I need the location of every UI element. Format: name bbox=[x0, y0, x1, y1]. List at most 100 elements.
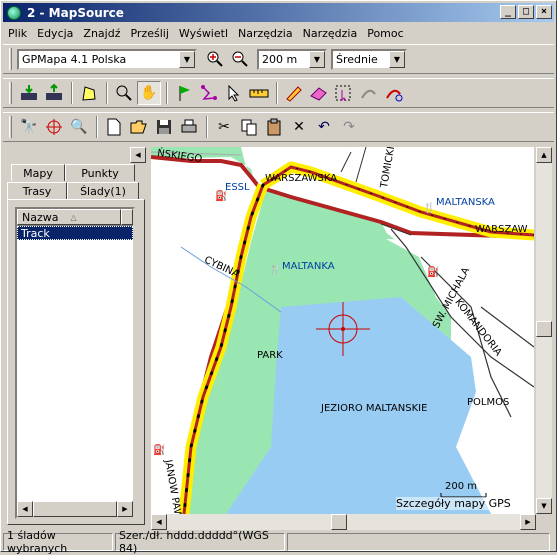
tab-mapy[interactable]: Mapy bbox=[11, 164, 65, 181]
receive-from-device-button[interactable] bbox=[17, 81, 41, 105]
hand-icon: ✋ bbox=[140, 85, 158, 101]
scroll-right-button[interactable]: ▶ bbox=[520, 514, 536, 530]
chevron-down-icon: ▼ bbox=[389, 50, 405, 68]
tab-slady[interactable]: Ślady(1) bbox=[67, 182, 139, 199]
undo-button[interactable]: ↶ bbox=[312, 115, 336, 139]
track-edit-icon bbox=[386, 89, 403, 102]
send-to-device-button[interactable] bbox=[42, 81, 66, 105]
open-button[interactable] bbox=[127, 115, 151, 139]
tab-punkty[interactable]: Punkty bbox=[65, 164, 135, 181]
menu-znajdz[interactable]: Znajdź bbox=[78, 27, 125, 40]
arrow-cursor-icon bbox=[228, 84, 240, 102]
map-toolbar: GPMapa 4.1 Polska ▼ 200 m ▼ Średnie ▼ bbox=[3, 44, 554, 74]
map-vscroll[interactable]: ▲ ▼ bbox=[536, 147, 552, 514]
menu-narzedzia-2[interactable]: Narzędzia bbox=[298, 27, 363, 40]
flag-icon bbox=[179, 86, 190, 101]
map-view[interactable]: ŃSKIEGO WARSZAWSKA WARSZAW TOMICKIE ESSL… bbox=[151, 147, 534, 514]
menu-edycja[interactable]: Edycja bbox=[32, 27, 78, 40]
poi-label-maltanska: MALTANSKA bbox=[436, 197, 495, 208]
list-hscroll[interactable]: ◀ ▶ bbox=[17, 501, 133, 517]
street-label-warszaw: WARSZAW bbox=[475, 224, 528, 235]
route-tool-button[interactable] bbox=[197, 81, 221, 105]
scroll-left-button[interactable]: ◀ bbox=[151, 514, 167, 530]
map-product-select[interactable]: GPMapa 4.1 Polska ▼ bbox=[17, 48, 197, 70]
edit-toolbar: 🔭 🔍 ✂ ✕ ↶ ↷ bbox=[3, 112, 554, 142]
select-area-icon bbox=[335, 85, 351, 102]
paste-button[interactable] bbox=[262, 115, 286, 139]
map-tool-button[interactable] bbox=[77, 81, 101, 105]
menu-narzedzia-1[interactable]: Narzędzia bbox=[233, 27, 298, 40]
zoom-scale-select[interactable]: 200 m ▼ bbox=[257, 48, 327, 70]
scroll-left-button[interactable]: ◀ bbox=[17, 501, 33, 517]
scroll-down-button[interactable]: ▼ bbox=[536, 498, 552, 514]
column-nazwa[interactable]: Nazwa △ bbox=[17, 209, 121, 225]
zoom-in-button[interactable] bbox=[203, 47, 227, 71]
track-tool-button[interactable] bbox=[282, 81, 306, 105]
chevron-down-icon: ▼ bbox=[309, 50, 325, 68]
waypoint-tool-button[interactable] bbox=[172, 81, 196, 105]
window-title: 2 - MapSource bbox=[27, 5, 124, 20]
hscroll-thumb[interactable] bbox=[331, 514, 347, 530]
menu-plik[interactable]: Plik bbox=[3, 27, 32, 40]
close-button[interactable]: × bbox=[536, 5, 552, 19]
scissors-icon: ✂ bbox=[218, 119, 230, 135]
street-label-warszawska: WARSZAWSKA bbox=[265, 173, 338, 184]
column-extra[interactable] bbox=[121, 209, 133, 225]
panel-collapse-button[interactable]: ◀ bbox=[130, 147, 146, 163]
vscroll-thumb[interactable] bbox=[536, 321, 552, 337]
chevron-down-icon: ▼ bbox=[179, 50, 195, 68]
delete-x-icon: ✕ bbox=[293, 119, 305, 135]
scroll-thumb[interactable] bbox=[33, 501, 117, 517]
redo-button[interactable]: ↷ bbox=[337, 115, 361, 139]
area-label-park: PARK bbox=[257, 350, 283, 361]
restaurant-icon: 🍴 bbox=[423, 203, 436, 214]
zoom-in-icon bbox=[207, 51, 223, 67]
track-edit-button[interactable] bbox=[382, 81, 406, 105]
map-select-icon bbox=[82, 86, 96, 101]
menu-wyswietl[interactable]: Wyświetl bbox=[174, 27, 233, 40]
menu-pomoc[interactable]: Pomoc bbox=[362, 27, 408, 40]
find-button[interactable]: 🔭 bbox=[17, 115, 41, 139]
map-hscroll[interactable]: ◀ ▶ bbox=[151, 514, 536, 530]
distance-tool-button[interactable] bbox=[247, 81, 271, 105]
detail-level-select[interactable]: Średnie ▼ bbox=[331, 48, 407, 70]
binoculars-icon: 🔭 bbox=[20, 119, 38, 135]
list-header: Nazwa △ bbox=[17, 209, 133, 226]
list-item[interactable]: Track bbox=[17, 226, 133, 240]
folder-open-icon bbox=[130, 120, 147, 134]
find-nearest-button[interactable] bbox=[42, 115, 66, 139]
restaurant-icon: 🍴 bbox=[269, 265, 282, 276]
route-edit-button[interactable] bbox=[357, 81, 381, 105]
maximize-button[interactable]: □ bbox=[518, 5, 534, 19]
target-binoculars-icon bbox=[46, 119, 62, 135]
scroll-right-button[interactable]: ▶ bbox=[117, 501, 133, 517]
menu-przeslij[interactable]: Prześlij bbox=[125, 27, 173, 40]
sort-up-icon: △ bbox=[70, 212, 77, 222]
select-tool-button[interactable] bbox=[222, 81, 246, 105]
save-button[interactable] bbox=[152, 115, 176, 139]
send-device-icon bbox=[46, 84, 62, 100]
printer-icon bbox=[181, 119, 197, 133]
copy-button[interactable] bbox=[237, 115, 261, 139]
print-button[interactable] bbox=[177, 115, 201, 139]
select-area-tool-button[interactable] bbox=[332, 81, 356, 105]
zoom-out-button[interactable] bbox=[228, 47, 252, 71]
minimize-button[interactable]: _ bbox=[500, 5, 516, 19]
floppy-icon bbox=[157, 120, 171, 134]
menu-bar: Plik Edycja Znajdź Prześlij Wyświetl Nar… bbox=[3, 23, 554, 43]
delete-button[interactable]: ✕ bbox=[287, 115, 311, 139]
fuel-icon: ⛽ bbox=[153, 445, 166, 456]
find-places-button[interactable]: 🔍 bbox=[67, 115, 91, 139]
new-button[interactable] bbox=[102, 115, 126, 139]
tracks-list[interactable]: Nazwa △ Track ◀ ▶ bbox=[15, 207, 135, 519]
clipboard-icon bbox=[267, 118, 281, 136]
map-product-value: GPMapa 4.1 Polska bbox=[22, 52, 127, 66]
scroll-up-button[interactable]: ▲ bbox=[536, 147, 552, 163]
eraser-tool-button[interactable] bbox=[307, 81, 331, 105]
fuel-icon: ⛽ bbox=[427, 267, 440, 278]
hand-tool-button[interactable]: ✋ bbox=[137, 81, 161, 105]
zoom-tool-button[interactable] bbox=[112, 81, 136, 105]
track-pencil-icon bbox=[286, 86, 302, 102]
cut-button[interactable]: ✂ bbox=[212, 115, 236, 139]
tab-trasy[interactable]: Trasy bbox=[7, 182, 67, 199]
